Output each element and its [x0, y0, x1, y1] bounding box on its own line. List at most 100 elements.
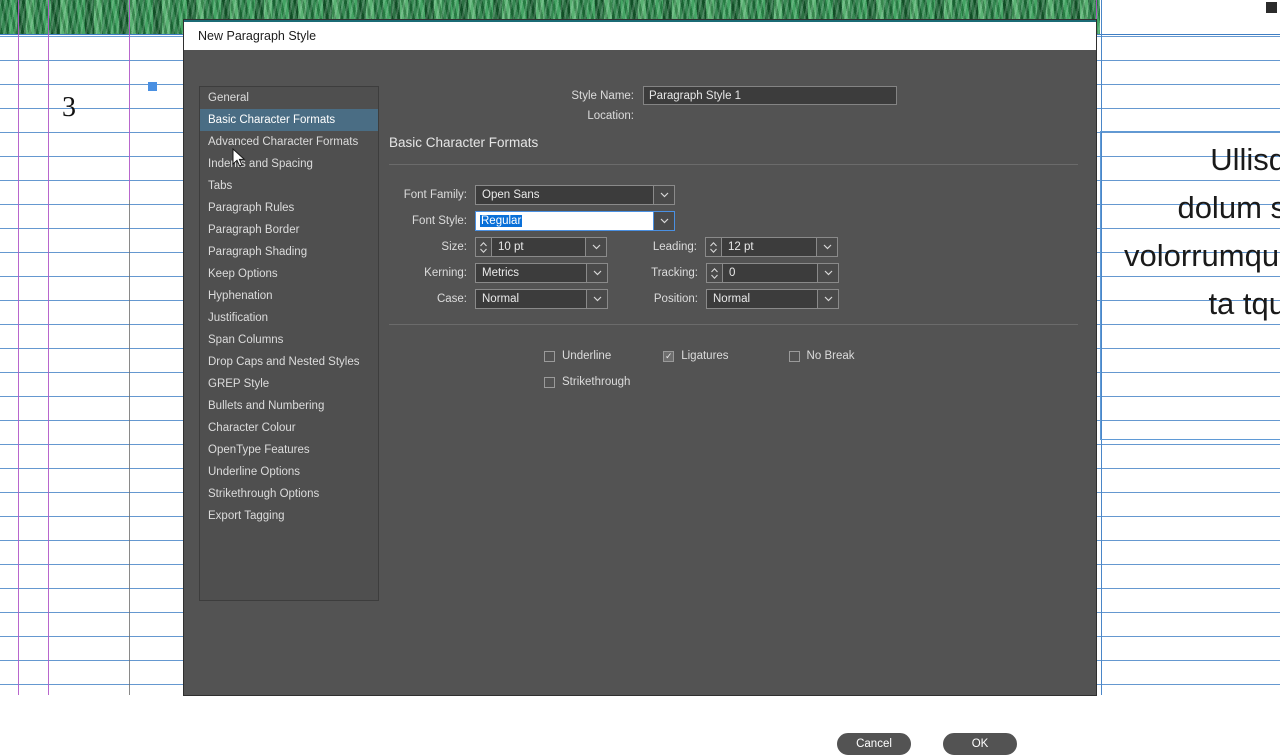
location-row: Location:: [389, 110, 1078, 122]
style-name-row: Style Name: Paragraph Style 1: [389, 86, 1078, 105]
sidebar-item-basic-character-formats[interactable]: Basic Character Formats: [200, 109, 378, 131]
font-family-combo[interactable]: Open Sans: [475, 185, 675, 205]
ligatures-checkbox[interactable]: ✓ Ligatures: [663, 350, 728, 362]
document-text-line: Ullisq: [1210, 136, 1280, 184]
style-name-label: Style Name:: [389, 90, 643, 102]
chevron-down-icon[interactable]: [653, 212, 674, 230]
sidebar-item-export-tagging[interactable]: Export Tagging: [200, 505, 378, 527]
sidebar-item-character-colour[interactable]: Character Colour: [200, 417, 378, 439]
sidebar-item-opentype-features[interactable]: OpenType Features: [200, 439, 378, 461]
size-leading-row: Size: 10 pt Leading:: [389, 234, 1078, 260]
position-combo[interactable]: Normal: [706, 289, 839, 309]
chevron-down-icon[interactable]: [586, 290, 607, 308]
margin-guide-right: [1096, 0, 1097, 40]
document-text-line: dolum s: [1177, 184, 1280, 232]
sidebar-item-underline-options[interactable]: Underline Options: [200, 461, 378, 483]
case-value: Normal: [476, 293, 586, 305]
checkbox-box-unchecked-icon[interactable]: [544, 377, 555, 388]
chevron-down-icon[interactable]: [817, 264, 838, 282]
chevron-down-icon[interactable]: [586, 264, 607, 282]
style-name-input[interactable]: Paragraph Style 1: [643, 86, 897, 105]
margin-guide-inner: [48, 0, 49, 695]
tracking-combo[interactable]: 0: [722, 263, 839, 283]
sidebar-item-tabs[interactable]: Tabs: [200, 175, 378, 197]
selection-handle-top[interactable]: [148, 82, 157, 91]
cancel-button[interactable]: Cancel: [836, 732, 912, 756]
column-guide-2: [129, 200, 130, 695]
size-label: Size:: [389, 241, 475, 253]
sidebar-item-justification[interactable]: Justification: [200, 307, 378, 329]
underline-label: Underline: [562, 350, 611, 362]
font-style-value: Regular: [480, 215, 522, 227]
leading-field-group[interactable]: 12 pt: [705, 237, 838, 257]
sidebar-item-span-columns[interactable]: Span Columns: [200, 329, 378, 351]
sidebar-item-grep-style[interactable]: GREP Style: [200, 373, 378, 395]
margin-guide-left: [18, 0, 19, 695]
font-style-label: Font Style:: [389, 215, 475, 227]
character-formats-form: Font Family: Open Sans Font Style: Regul…: [389, 182, 1078, 312]
section-heading: Basic Character Formats: [389, 135, 1078, 150]
section-divider-top: [389, 164, 1078, 165]
settings-pane: Style Name: Paragraph Style 1 Location: …: [389, 86, 1078, 395]
chevron-down-icon[interactable]: [817, 290, 838, 308]
strikethrough-checkbox[interactable]: Strikethrough: [544, 376, 630, 388]
kerning-combo[interactable]: Metrics: [475, 263, 608, 283]
sidebar-item-bullets-and-numbering[interactable]: Bullets and Numbering: [200, 395, 378, 417]
sidebar-item-paragraph-border[interactable]: Paragraph Border: [200, 219, 378, 241]
font-family-value: Open Sans: [476, 189, 653, 201]
document-text-line: ta tqu: [1208, 280, 1280, 328]
sidebar-item-strikethrough-options[interactable]: Strikethrough Options: [200, 483, 378, 505]
checkbox-box-unchecked-icon[interactable]: [544, 351, 555, 362]
underline-checkbox[interactable]: Underline: [544, 350, 611, 362]
case-combo[interactable]: Normal: [475, 289, 608, 309]
column-guide-1: [129, 0, 130, 200]
size-stepper-icon[interactable]: [475, 237, 491, 257]
sidebar-item-hyphenation[interactable]: Hyphenation: [200, 285, 378, 307]
ligatures-label: Ligatures: [681, 350, 728, 362]
checkbox-box-checked-icon[interactable]: ✓: [663, 351, 674, 362]
category-list[interactable]: GeneralBasic Character FormatsAdvanced C…: [199, 86, 379, 601]
dialog-body: GeneralBasic Character FormatsAdvanced C…: [184, 50, 1096, 695]
sidebar-item-paragraph-shading[interactable]: Paragraph Shading: [200, 241, 378, 263]
case-position-row: Case: Normal Position: Normal: [389, 286, 1078, 312]
tracking-field-group[interactable]: 0: [706, 263, 839, 283]
kerning-tracking-row: Kerning: Metrics Tracking:: [389, 260, 1078, 286]
size-combo[interactable]: 10 pt: [491, 237, 607, 257]
position-field-wrap: Position: Normal: [634, 289, 839, 309]
checkbox-box-unchecked-icon[interactable]: [789, 351, 800, 362]
tracking-field-wrap: Tracking: 0: [634, 263, 839, 283]
checkbox-row-2: Strikethrough: [389, 369, 1078, 395]
leading-stepper-icon[interactable]: [705, 237, 721, 257]
sidebar-item-keep-options[interactable]: Keep Options: [200, 263, 378, 285]
sidebar-item-paragraph-rules[interactable]: Paragraph Rules: [200, 197, 378, 219]
dialog-titlebar[interactable]: New Paragraph Style: [184, 20, 1096, 50]
new-paragraph-style-dialog: New Paragraph Style GeneralBasic Charact…: [184, 20, 1096, 695]
section-divider-bottom: [389, 324, 1078, 325]
size-field-group[interactable]: 10 pt: [475, 237, 607, 257]
sidebar-item-indents-and-spacing[interactable]: Indents and Spacing: [200, 153, 378, 175]
font-family-label: Font Family:: [389, 189, 475, 201]
sidebar-item-drop-caps-and-nested-styles[interactable]: Drop Caps and Nested Styles: [200, 351, 378, 373]
kerning-label: Kerning:: [389, 267, 475, 279]
chevron-down-icon[interactable]: [653, 186, 674, 204]
chevron-down-icon[interactable]: [585, 238, 606, 256]
font-style-combo[interactable]: Regular: [475, 211, 675, 231]
leading-combo[interactable]: 12 pt: [721, 237, 838, 257]
leading-value: 12 pt: [722, 241, 816, 253]
tracking-stepper-icon[interactable]: [706, 263, 722, 283]
font-style-row: Font Style: Regular: [389, 208, 1078, 234]
kerning-value: Metrics: [476, 267, 586, 279]
ok-button[interactable]: OK: [942, 732, 1018, 756]
selection-handle-right[interactable]: [1266, 2, 1277, 13]
no-break-label: No Break: [807, 350, 855, 362]
sidebar-item-advanced-character-formats[interactable]: Advanced Character Formats: [200, 131, 378, 153]
dialog-title: New Paragraph Style: [198, 29, 316, 43]
document-text-line: volorrumqui: [1124, 232, 1280, 280]
chevron-down-icon[interactable]: [816, 238, 837, 256]
checkbox-row-1: Underline ✓ Ligatures No Break: [389, 343, 1078, 369]
no-break-checkbox[interactable]: No Break: [789, 350, 855, 362]
leading-label: Leading:: [633, 241, 705, 253]
character-options: Underline ✓ Ligatures No Break Strikethr…: [389, 343, 1078, 395]
sidebar-item-general[interactable]: General: [200, 87, 378, 109]
location-label: Location:: [389, 110, 643, 122]
